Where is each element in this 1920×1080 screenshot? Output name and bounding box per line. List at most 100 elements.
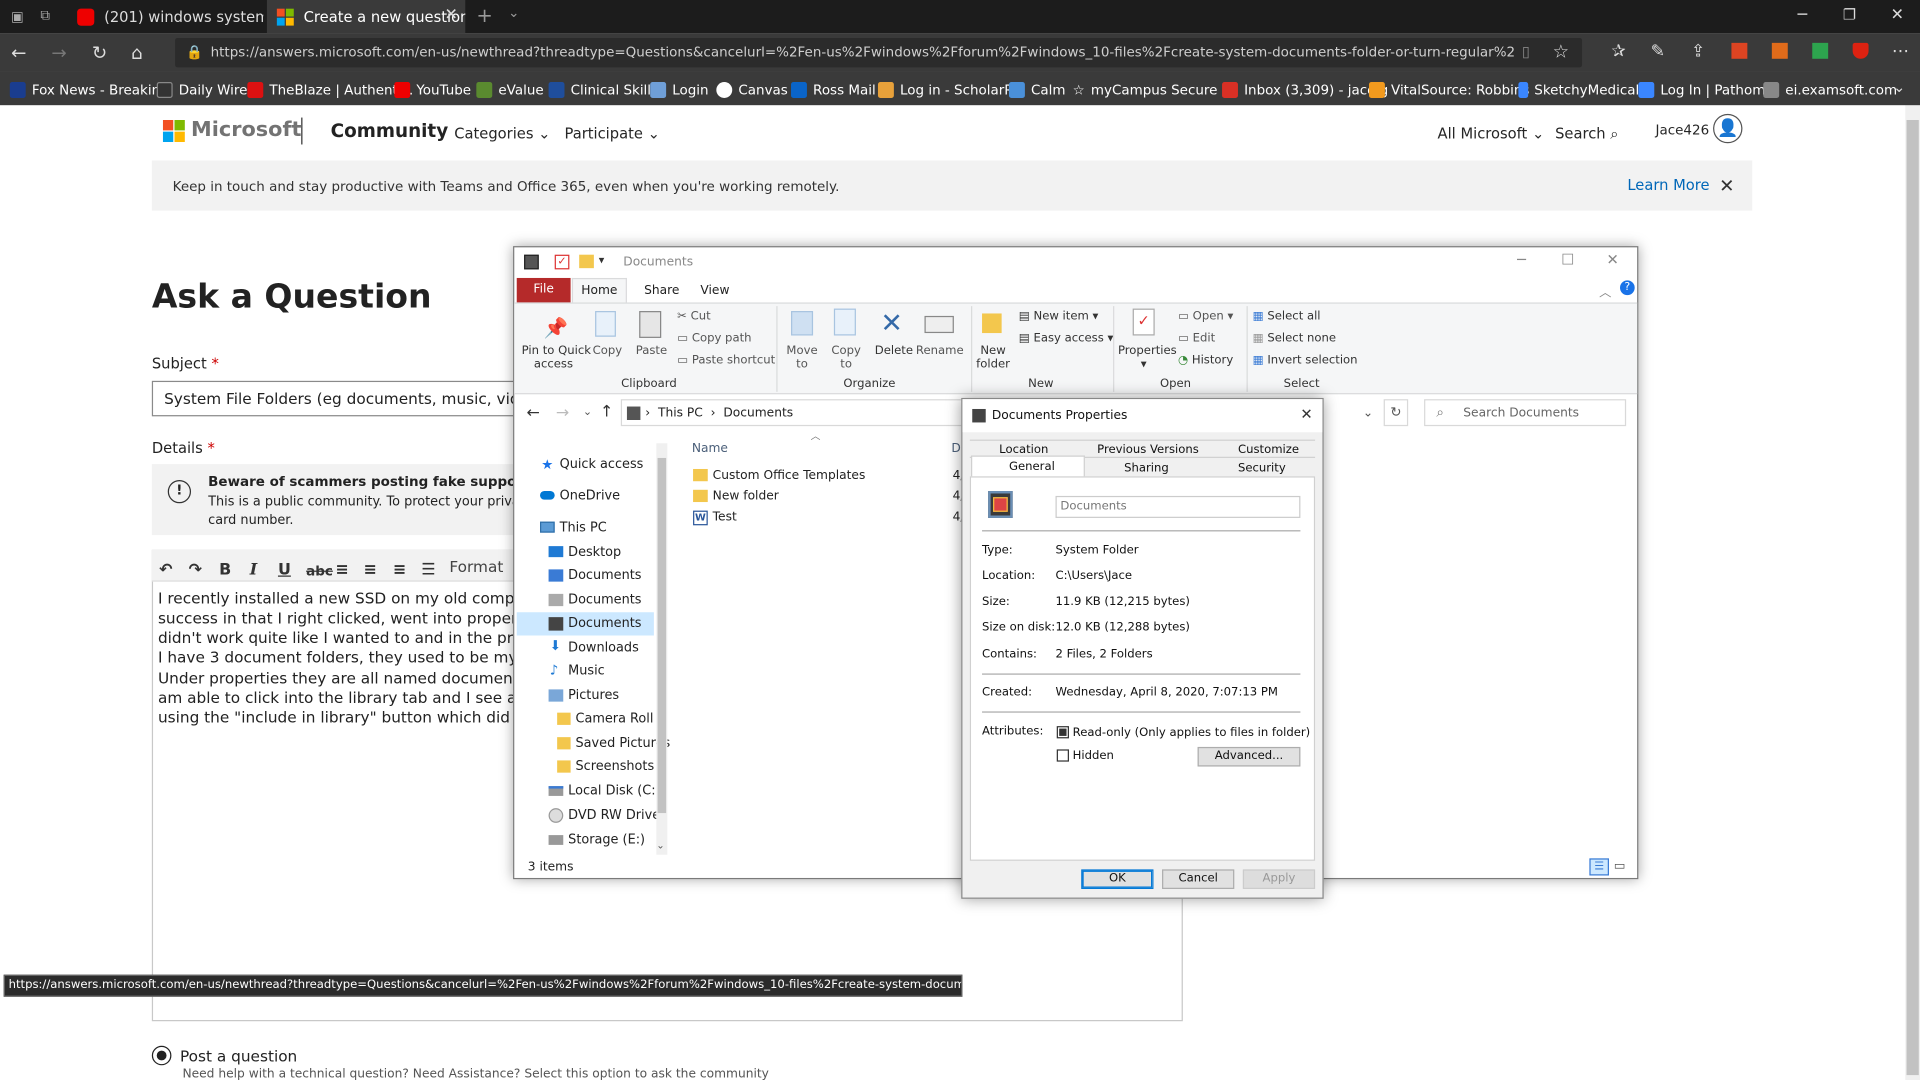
edit-button[interactable]: ▭ Edit xyxy=(1178,332,1215,345)
copy-to-button[interactable]: Copy to xyxy=(829,344,863,371)
history-button[interactable]: ◔ History xyxy=(1178,354,1233,367)
nav-camera-roll[interactable]: Camera Roll xyxy=(576,711,654,726)
nav-storage[interactable]: Storage (E:) xyxy=(568,833,645,848)
ok-button[interactable]: OK xyxy=(1081,869,1154,889)
nav-music[interactable]: Music xyxy=(568,664,605,679)
readonly-checkbox[interactable] xyxy=(1056,726,1069,739)
back-arrow-icon[interactable]: ← xyxy=(11,43,26,63)
nav-screenshots[interactable]: Screenshots xyxy=(576,759,655,774)
user-name[interactable]: Jace426 xyxy=(1656,122,1710,138)
properties-button[interactable]: Properties ▾ xyxy=(1118,344,1177,371)
restore-icon[interactable]: ❐ xyxy=(1843,6,1856,23)
favorite-link[interactable]: ei.examsoft.com xyxy=(1763,80,1897,100)
open-button[interactable]: ▭ Open ▾ xyxy=(1178,310,1233,323)
browser-tab-active[interactable]: Create a new question c xyxy=(266,0,466,34)
apply-button[interactable]: Apply xyxy=(1242,869,1316,889)
ribbon-tab-file[interactable]: File xyxy=(516,277,571,303)
community-link[interactable]: Community xyxy=(331,120,449,142)
tab-list-chevron-icon[interactable]: ⌄ xyxy=(508,5,519,21)
favorite-link[interactable]: Inbox (3,309) - jace.g xyxy=(1222,80,1388,100)
recent-locations-chevron-icon[interactable]: ⌄ xyxy=(583,407,592,419)
advanced-button[interactable]: Advanced... xyxy=(1197,746,1301,767)
bold-icon[interactable]: B xyxy=(219,561,231,579)
strikethrough-icon[interactable]: abc xyxy=(306,563,333,579)
invert-selection-button[interactable]: ▦ Invert selection xyxy=(1253,354,1358,367)
new-folder-qat-icon[interactable] xyxy=(579,254,594,269)
favorite-link[interactable]: Ross Mail xyxy=(791,80,876,100)
new-folder-button[interactable]: New folder xyxy=(975,344,1012,371)
browser-tab-youtube[interactable]: (201) windows system file - xyxy=(67,0,263,33)
favorite-link[interactable]: eValue xyxy=(476,80,544,100)
nav-downloads[interactable]: Downloads xyxy=(568,640,639,655)
readonly-label[interactable]: Read-only (Only applies to files in fold… xyxy=(1073,726,1311,739)
office-extension-icon[interactable] xyxy=(1771,42,1788,59)
paste-shortcut-button[interactable]: ▭ Paste shortcut xyxy=(677,354,775,367)
justify-icon[interactable]: ☰ xyxy=(421,561,435,579)
address-bar-url[interactable]: https://answers.microsoft.com/en-us/newt… xyxy=(211,44,1515,64)
explorer-search-placeholder[interactable]: Search Documents xyxy=(1463,407,1579,420)
format-dropdown[interactable]: Format xyxy=(449,557,503,575)
ribbon-tab-share[interactable]: Share xyxy=(644,284,679,297)
checkmark-extension-icon[interactable] xyxy=(1812,42,1829,59)
favorite-link[interactable]: Daily Wire xyxy=(156,80,247,100)
minimize-icon[interactable]: ─ xyxy=(1798,6,1808,24)
nav-pictures[interactable]: Pictures xyxy=(568,688,619,703)
easy-access-button[interactable]: ▤ Easy access ▾ xyxy=(1019,332,1114,345)
nav-desktop[interactable]: Desktop xyxy=(568,545,621,560)
move-to-button[interactable]: Move to xyxy=(785,344,819,371)
more-menu-icon[interactable]: ⋯ xyxy=(1892,42,1909,62)
file-row-name[interactable]: Custom Office Templates xyxy=(713,469,866,482)
close-window-icon[interactable]: ✕ xyxy=(1891,6,1904,24)
nav-quick-access[interactable]: Quick access xyxy=(560,457,644,472)
reading-view-icon[interactable]: ▯ xyxy=(1522,43,1530,60)
tab-security[interactable]: Security xyxy=(1238,462,1286,475)
all-microsoft-menu[interactable]: All Microsoft ⌄ xyxy=(1438,125,1545,142)
site-search-button[interactable]: Search ⌕ xyxy=(1555,125,1618,143)
favorite-link[interactable]: Canvas xyxy=(716,80,788,100)
ribbon-tab-view[interactable]: View xyxy=(700,284,729,297)
favorites-overflow-chevron-icon[interactable]: ⌄ xyxy=(1893,78,1905,95)
participate-menu[interactable]: Participate ⌄ xyxy=(564,125,659,142)
minimize-icon[interactable]: ─ xyxy=(1517,251,1526,268)
learn-more-link[interactable]: Learn More xyxy=(1627,176,1709,193)
favorite-link[interactable]: TheBlaze | Authentic. xyxy=(247,80,413,100)
nav-local-disk[interactable]: Local Disk (C:) xyxy=(568,784,660,799)
favorite-link[interactable]: Fox News - Breaking xyxy=(9,80,169,100)
copy-button[interactable]: Copy xyxy=(593,344,623,357)
favorite-link[interactable]: YouTube xyxy=(394,80,471,100)
copy-path-button[interactable]: ▭ Copy path xyxy=(677,332,751,345)
shield-extension-icon[interactable] xyxy=(1852,42,1869,59)
maximize-icon[interactable]: ☐ xyxy=(1561,251,1574,268)
nav-dvd-drive[interactable]: DVD RW Drive (D xyxy=(568,808,656,823)
details-view-icon[interactable]: ☰ xyxy=(1589,858,1609,876)
underline-icon[interactable]: U xyxy=(278,561,291,579)
favorites-hub-icon[interactable]: ✰ xyxy=(1611,42,1625,62)
web-note-icon[interactable]: ✎ xyxy=(1651,42,1665,62)
page-scrollbar-thumb[interactable] xyxy=(1906,120,1919,1076)
post-question-label[interactable]: Post a question xyxy=(180,1047,297,1065)
redo-icon[interactable]: ↷ xyxy=(189,561,202,579)
properties-qat-icon[interactable]: ✓ xyxy=(554,254,570,270)
favorite-link[interactable]: VitalSource: Robbins xyxy=(1368,80,1529,100)
new-item-button[interactable]: ▤ New item ▾ xyxy=(1019,310,1099,323)
microsoft-logo-icon[interactable] xyxy=(162,120,185,143)
folder-name-input[interactable]: Documents xyxy=(1055,495,1301,518)
favorite-link[interactable]: Calm xyxy=(1008,80,1066,100)
refresh-icon[interactable]: ↻ xyxy=(92,43,107,63)
file-row-name[interactable]: New folder xyxy=(713,490,779,503)
help-icon[interactable]: ? xyxy=(1620,280,1635,296)
pin-to-quick-access-button[interactable]: Pin to Quick access xyxy=(522,344,591,371)
avatar[interactable]: 👤 xyxy=(1713,113,1743,144)
italic-icon[interactable]: I xyxy=(250,561,257,579)
nav-scrollbar-thumb[interactable] xyxy=(657,457,667,814)
forward-arrow-icon[interactable]: → xyxy=(51,43,66,63)
favorite-link[interactable]: Clinical Skills xyxy=(548,80,658,100)
select-all-button[interactable]: ▦ Select all xyxy=(1253,310,1321,323)
tab-previous-versions[interactable]: Previous Versions xyxy=(1097,443,1199,456)
align-right-icon[interactable]: ≡ xyxy=(393,561,406,579)
hidden-label[interactable]: Hidden xyxy=(1073,749,1114,762)
acrobat-extension-icon[interactable] xyxy=(1731,42,1748,59)
tab-sharing[interactable]: Sharing xyxy=(1124,462,1169,475)
tab-actions-icon[interactable]: ▣ xyxy=(11,9,24,25)
breadcrumb-documents[interactable]: Documents xyxy=(723,407,793,420)
